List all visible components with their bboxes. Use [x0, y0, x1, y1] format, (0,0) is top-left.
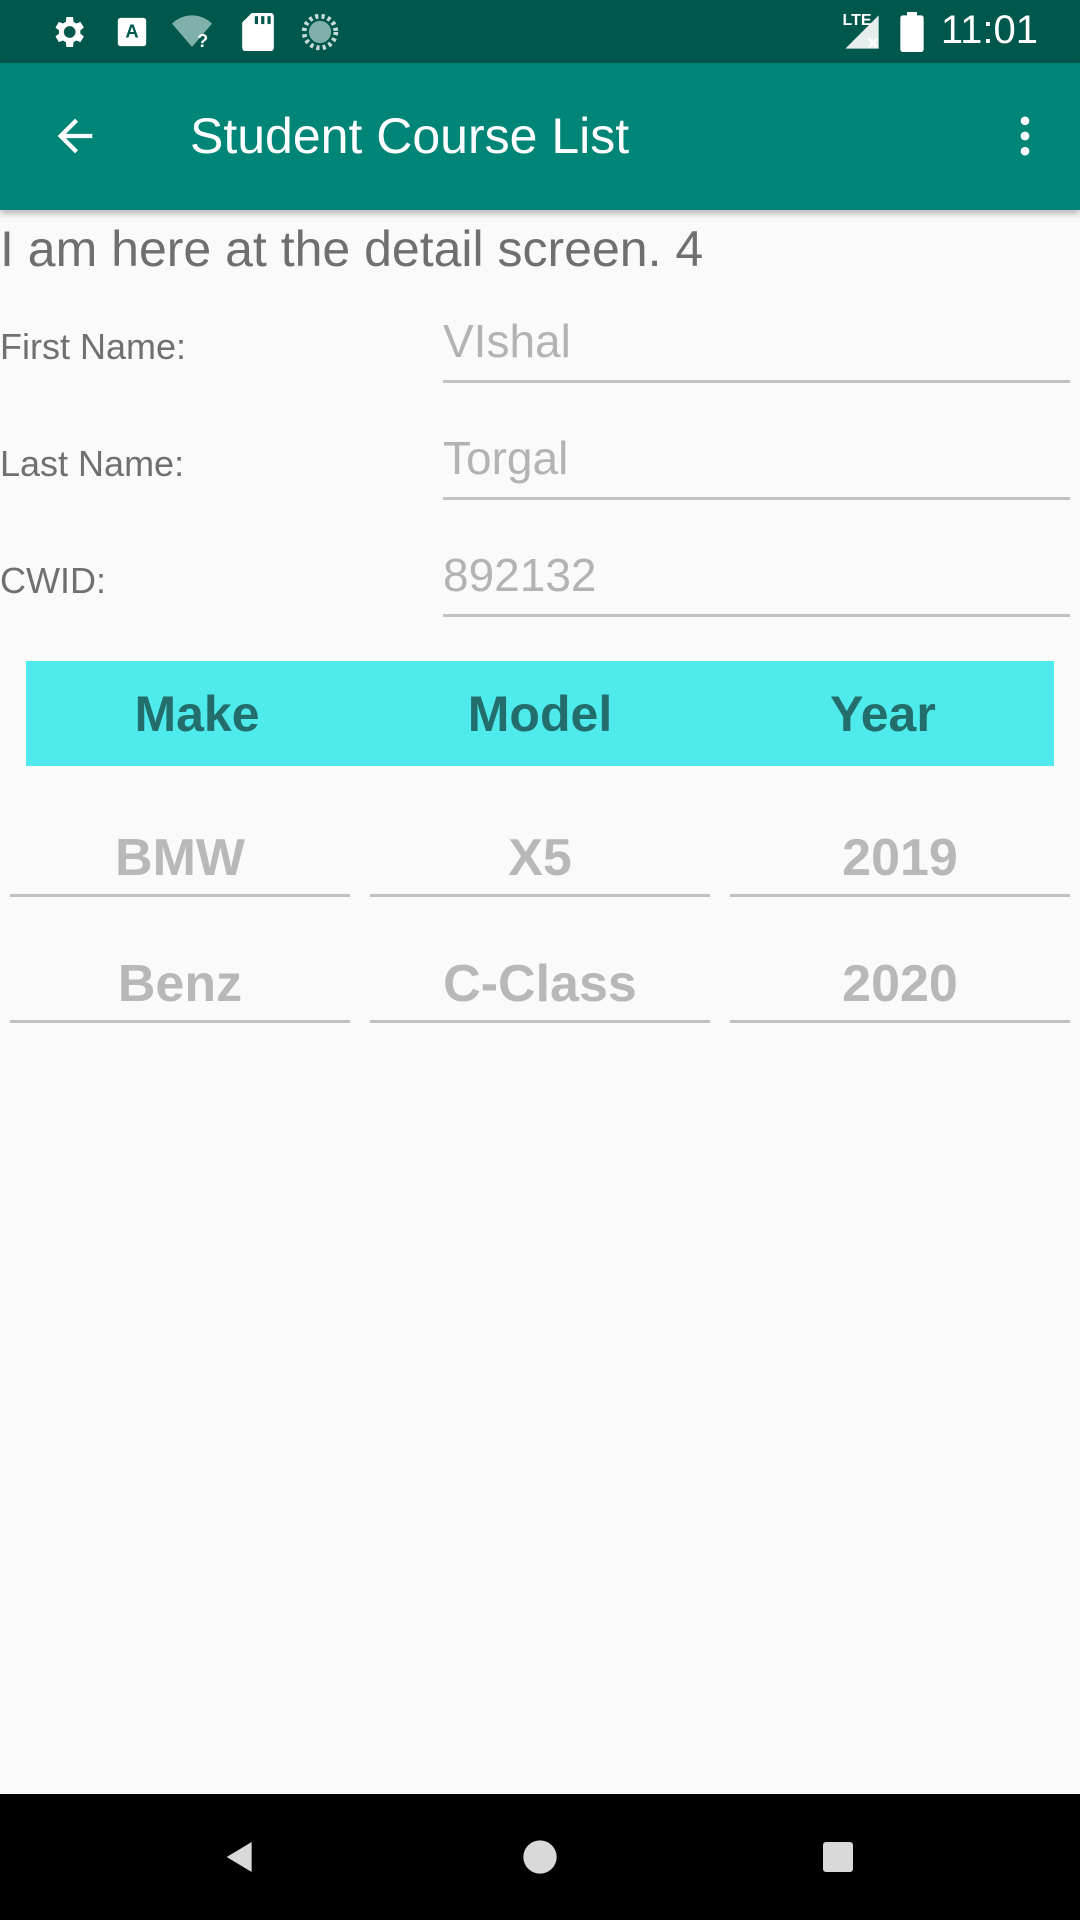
- cell-make[interactable]: [10, 948, 350, 1023]
- first-name-field[interactable]: [443, 302, 1070, 383]
- battery-icon: [892, 12, 932, 52]
- keyboard-a-icon: A: [112, 12, 152, 52]
- cell-year[interactable]: [730, 948, 1070, 1023]
- svg-text:?: ?: [197, 30, 208, 51]
- navigation-bar: [0, 1794, 1080, 1920]
- clock: 11:01: [940, 8, 1038, 52]
- cell-model[interactable]: [370, 822, 710, 897]
- back-button[interactable]: [40, 101, 110, 171]
- last-name-label: Last Name:: [0, 443, 185, 484]
- header-year: Year: [830, 685, 936, 742]
- last-name-field[interactable]: [443, 419, 1070, 500]
- overflow-menu-button[interactable]: [990, 101, 1060, 171]
- cwid-field[interactable]: [443, 536, 1070, 617]
- cell-year[interactable]: [730, 822, 1070, 897]
- last-name-row: Last Name:: [0, 419, 1080, 519]
- arrow-back-icon: [57, 118, 93, 154]
- cwid-label: CWID:: [0, 560, 106, 601]
- home-circle-icon: [523, 1840, 557, 1874]
- status-bar: A ? LTE 11:01: [0, 0, 1080, 63]
- intro-text: I am here at the detail screen. 4: [0, 221, 704, 277]
- wifi-unknown-icon: ?: [172, 12, 212, 52]
- more-vert-icon: [1020, 116, 1030, 156]
- cwid-row: CWID:: [0, 536, 1080, 636]
- cell-model[interactable]: [370, 948, 710, 1023]
- nav-recents-button[interactable]: [803, 1822, 873, 1892]
- sd-card-icon: [238, 12, 278, 52]
- sync-circle-icon: [300, 12, 340, 52]
- page-title: Student Course List: [190, 108, 630, 164]
- app-bar: Student Course List: [0, 63, 1080, 210]
- cell-make[interactable]: [10, 822, 350, 897]
- back-triangle-icon: [226, 1842, 252, 1872]
- table-header: Make Model Year: [26, 661, 1054, 766]
- gear-icon: [48, 12, 88, 52]
- first-name-row: First Name:: [0, 302, 1080, 402]
- signal-icon: [842, 12, 882, 52]
- recents-square-icon: [823, 1842, 853, 1872]
- header-model: Model: [467, 685, 613, 742]
- nav-home-button[interactable]: [505, 1822, 575, 1892]
- first-name-label: First Name:: [0, 326, 187, 367]
- header-make: Make: [134, 685, 260, 742]
- nav-back-button[interactable]: [205, 1822, 275, 1892]
- svg-text:A: A: [125, 21, 138, 42]
